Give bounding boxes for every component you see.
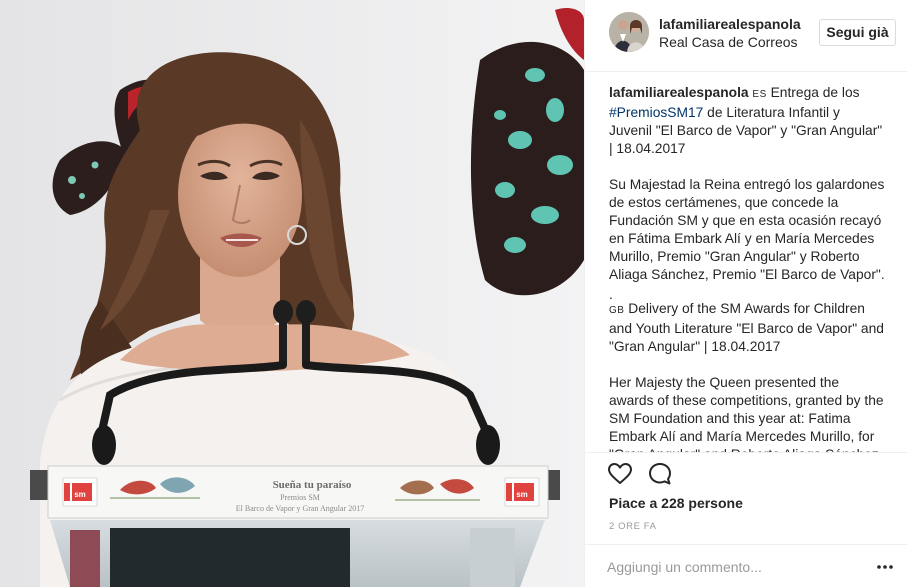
post-header: lafamiliarealespanola Real Casa de Corre… <box>585 0 907 72</box>
post-timestamp[interactable]: 2 ORE FA <box>609 521 657 532</box>
banner-line1: Premios SM <box>280 493 320 502</box>
heart-icon[interactable] <box>607 461 633 487</box>
banner-title: Sueña tu paraíso <box>273 479 352 491</box>
caption-paragraph-4: Her Majesty the Queen presented the awar… <box>609 375 884 452</box>
add-comment-section <box>585 544 907 587</box>
caption-paragraph-2: Su Majestad la Reina entregó los galardo… <box>609 177 885 282</box>
caption-text-1a: Entrega de los <box>766 85 860 100</box>
post-username[interactable]: lafamiliarealespanola <box>659 16 801 32</box>
comment-bubble-icon[interactable] <box>647 461 673 487</box>
comment-input[interactable] <box>607 557 857 577</box>
caption-scroll-area[interactable]: lafamiliarealespanola ES Entrega de los … <box>609 84 885 452</box>
banner-logo-left: sm <box>74 490 86 499</box>
post-photo[interactable]: Sueña tu paraíso Premios SM El Barco de … <box>0 0 584 587</box>
flag-es-icon: ES <box>752 89 767 100</box>
more-options-icon[interactable] <box>877 565 893 569</box>
caption-dot: . <box>609 287 613 302</box>
caption-text-3: Delivery of the SM Awards for Children a… <box>609 301 884 354</box>
caption-paragraph-3: GB Delivery of the SM Awards for Childre… <box>609 300 885 356</box>
post-location[interactable]: Real Casa de Correos <box>659 34 798 50</box>
banner-line2: El Barco de Vapor y Gran Angular 2017 <box>236 504 365 513</box>
hashtag-link[interactable]: #PremiosSM17 <box>609 105 703 120</box>
caption-username[interactable]: lafamiliarealespanola <box>609 85 749 100</box>
flag-gb-icon: GB <box>609 305 625 316</box>
avatar[interactable] <box>609 12 649 52</box>
banner-logo-right: sm <box>516 490 528 499</box>
photo-illustration: Sueña tu paraíso Premios SM El Barco de … <box>0 0 584 587</box>
likes-count[interactable]: Piace a 228 persone <box>609 495 743 511</box>
avatar-image <box>609 12 649 52</box>
post-side-panel: lafamiliarealespanola Real Casa de Corre… <box>584 0 907 587</box>
follow-button[interactable]: Segui già <box>819 19 896 46</box>
caption-paragraph-1: lafamiliarealespanola ES Entrega de los … <box>609 84 885 158</box>
